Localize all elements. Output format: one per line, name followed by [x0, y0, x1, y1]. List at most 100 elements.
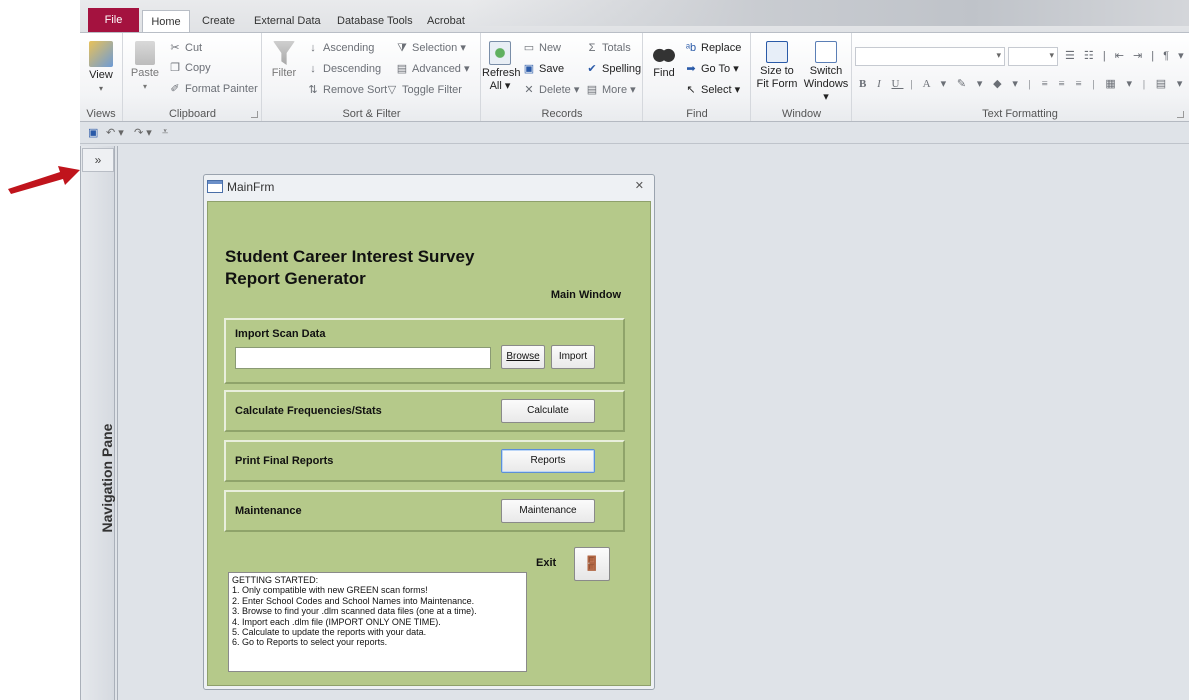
browse-button[interactable]: Browse [501, 345, 545, 369]
notes-line: 2. Enter School Codes and School Names i… [232, 595, 475, 606]
navigation-pane-label[interactable]: Navigation Pane [99, 418, 115, 538]
descending-label: Descending [323, 63, 382, 75]
redo-icon[interactable]: ↷ ▾ [134, 126, 152, 139]
reports-button[interactable]: Reports [501, 449, 595, 473]
goto-label: Go To [701, 63, 731, 75]
save-record-button[interactable]: ▣ Save [522, 62, 564, 76]
scan-file-path-input[interactable] [235, 347, 491, 369]
list-indent-buttons[interactable]: ☰ ☷ | ⇤ ⇥ | ¶ ▾ [1065, 49, 1187, 63]
refresh-all-button[interactable]: Refresh All ▾ [482, 41, 521, 93]
more-label: More [602, 84, 628, 96]
customize-qat-icon[interactable]: ⩡ [162, 126, 168, 139]
spelling-button[interactable]: ✔ Spelling [585, 62, 641, 76]
group-clipboard: Paste ▾ ✂ Cut ❐ Copy ✐ Format Painter Clipbo… [124, 33, 262, 121]
tab-acrobat[interactable]: Acrobat [419, 10, 473, 33]
ascending-button[interactable]: ↓ Ascending [306, 41, 374, 55]
copy-button[interactable]: ❐ Copy [168, 61, 211, 75]
ascending-label: Ascending [323, 42, 375, 54]
tab-database-tools[interactable]: Database Tools [329, 10, 421, 33]
new-record-icon: ▭ [523, 42, 535, 54]
goto-button[interactable]: ➡ Go To ▾ [684, 62, 738, 76]
advanced-label: Advanced [412, 63, 461, 75]
find-button[interactable]: Find [650, 41, 678, 80]
sort-filter-group-label: Sort & Filter [342, 108, 401, 120]
text-formatting-launcher[interactable] [1177, 111, 1184, 118]
delete-record-button[interactable]: ✕ Delete ▾ [522, 83, 579, 97]
font-name-combo[interactable] [855, 47, 1005, 66]
replace-button[interactable]: ᵃb Replace [684, 41, 741, 55]
save-label: Save [539, 63, 565, 75]
view-label: View [89, 69, 113, 81]
format-painter-label: Format Painter [185, 83, 258, 95]
view-button[interactable]: View ▾ [84, 41, 118, 95]
arrow-right-icon: ➡ [686, 63, 696, 75]
switch-windows-button[interactable]: Switch Windows ▾ [802, 41, 850, 104]
format-painter-button[interactable]: ✐ Format Painter [168, 82, 258, 96]
exit-button[interactable]: 🚪 [574, 547, 610, 581]
refresh-label: Refresh [482, 67, 521, 79]
records-group-label: Records [541, 108, 583, 120]
access-window: File Home Create External Data Database … [80, 0, 1189, 700]
exit-door-icon: 🚪 [583, 555, 601, 571]
calculate-section: Calculate Frequencies/Stats Calculate [224, 390, 625, 432]
cut-button[interactable]: ✂ Cut [168, 41, 202, 55]
cut-label: Cut [185, 42, 203, 54]
more-icon: ▤ [586, 84, 598, 96]
advanced-filter-icon: ▤ [396, 63, 408, 75]
clipboard-launcher[interactable] [251, 111, 258, 118]
binoculars-icon [653, 41, 675, 65]
select-label: Select [701, 84, 732, 96]
views-group-label: Views [86, 108, 116, 120]
calculate-button[interactable]: Calculate [501, 399, 595, 423]
cursor-icon: ↖ [686, 84, 696, 96]
totals-label: Totals [602, 42, 631, 54]
tab-file[interactable]: File [88, 8, 139, 33]
group-window: Size to Fit Form Switch Windows ▾ Window [752, 33, 852, 121]
find-group-label: Find [686, 108, 708, 120]
import-button[interactable]: Import [551, 345, 595, 369]
filter-button[interactable]: Filter [269, 41, 299, 80]
selection-button[interactable]: ⧩ Selection ▾ [395, 41, 466, 55]
selection-filter-icon: ⧩ [397, 42, 407, 54]
form-heading: Student Career Interest Survey Report Ge… [225, 246, 474, 290]
form-titlebar[interactable]: MainFrm ✕ [204, 175, 654, 199]
notes-line: 6. Go to Reports to select your reports. [232, 637, 388, 648]
reports-section: Print Final Reports Reports [224, 440, 625, 482]
totals-button[interactable]: Σ Totals [585, 41, 631, 55]
exit-label: Exit [536, 557, 557, 569]
nav-pane-toggle-button[interactable]: » [82, 148, 114, 172]
filter-label: Filter [271, 67, 297, 79]
toggle-filter-label: Toggle Filter [402, 84, 462, 96]
maintenance-button[interactable]: Maintenance [501, 499, 595, 523]
tab-create[interactable]: Create [194, 10, 243, 33]
paste-button[interactable]: Paste ▾ [128, 41, 162, 93]
select-button[interactable]: ↖ Select ▾ [684, 83, 740, 97]
save-icon[interactable]: ▣ [88, 126, 98, 139]
save-icon: ▣ [523, 63, 535, 75]
remove-sort-icon: ⇅ [308, 84, 318, 96]
paste-icon [135, 41, 155, 65]
group-text-formatting: ☰ ☷ | ⇤ ⇥ | ¶ ▾ B I U | A ▾ ✎ ▾ ◆ ▾ | ≡ … [853, 33, 1187, 121]
undo-icon[interactable]: ↶ ▾ [106, 126, 124, 139]
close-icon[interactable]: ✕ [635, 179, 644, 192]
workspace: MainFrm ✕ Student Career Interest Survey… [117, 146, 1189, 700]
form-subheading: Main Window [550, 289, 621, 301]
descending-button[interactable]: ↓ Descending [306, 62, 381, 76]
new-record-button[interactable]: ▭ New [522, 41, 561, 55]
sort-ascending-icon: ↓ [310, 42, 316, 54]
red-arrow-annotation [8, 162, 82, 194]
font-size-combo[interactable] [1008, 47, 1058, 66]
tab-home[interactable]: Home [142, 10, 190, 34]
advanced-button[interactable]: ▤ Advanced ▾ [395, 62, 470, 76]
toggle-filter-button[interactable]: ▽ Toggle Filter [385, 83, 462, 97]
windows-label: Windows [803, 78, 849, 90]
tab-external-data[interactable]: External Data [246, 10, 329, 33]
navigation-pane: » Navigation Pane [80, 146, 115, 700]
fit-form-label: Fit Form [756, 78, 798, 90]
remove-sort-button[interactable]: ⇅ Remove Sort [306, 83, 387, 97]
size-to-fit-form-button[interactable]: Size to Fit Form [754, 41, 800, 91]
group-views: View ▾ Views [80, 33, 123, 121]
more-button[interactable]: ▤ More ▾ [585, 83, 636, 97]
text-format-buttons[interactable]: B I U | A ▾ ✎ ▾ ◆ ▾ | ≡ ≡ ≡ | ▦ ▾ | ▤ ▾ [859, 77, 1186, 91]
ribbon-tabs: File Home Create External Data Database … [80, 0, 1189, 34]
